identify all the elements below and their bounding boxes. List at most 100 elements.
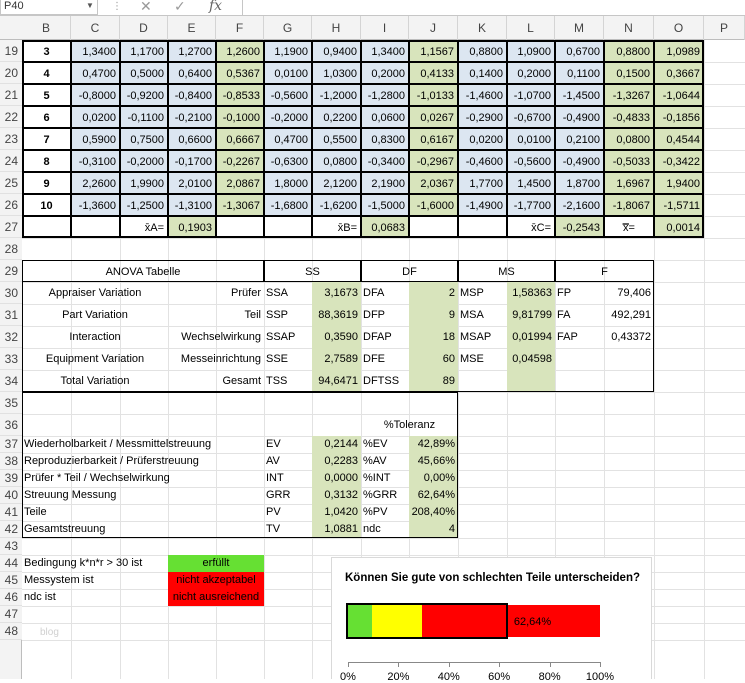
anova-source-de[interactable]: Wechselwirkung xyxy=(168,326,264,348)
anova-source[interactable]: Part Variation xyxy=(22,304,168,326)
grr-value[interactable]: 0,0000 xyxy=(312,470,361,487)
measurement-cell[interactable]: -0,2967 xyxy=(409,150,458,172)
row-header-33[interactable]: 33 xyxy=(0,348,22,370)
grr-symbol[interactable]: AV xyxy=(264,453,312,470)
column-header-i[interactable]: I xyxy=(361,16,409,40)
cancel-icon[interactable]: ✕ xyxy=(140,0,152,13)
mean-value-b[interactable]: 0,0683 xyxy=(361,216,409,238)
measurement-cell[interactable]: 1,9900 xyxy=(120,172,168,194)
grr-symbol[interactable]: TV xyxy=(264,521,312,538)
measurement-cell[interactable]: 1,1700 xyxy=(120,40,168,62)
measurement-cell[interactable]: 1,8000 xyxy=(264,172,312,194)
measurement-cell[interactable]: -1,2800 xyxy=(361,84,409,106)
row-header-22[interactable]: 22 xyxy=(0,106,22,128)
grr-value[interactable]: 1,0420 xyxy=(312,504,361,521)
measurement-cell[interactable]: -0,8400 xyxy=(168,84,216,106)
grr-label[interactable]: Teile xyxy=(22,504,264,521)
row-header-48[interactable]: 48 xyxy=(0,623,22,640)
measurement-cell[interactable]: 0,5500 xyxy=(312,128,361,150)
measurement-cell[interactable]: 0,0100 xyxy=(507,128,555,150)
grand-mean-label[interactable]: x̿= xyxy=(604,216,654,238)
measurement-cell[interactable]: 0,8800 xyxy=(458,40,507,62)
cell[interactable] xyxy=(216,216,264,238)
measurement-cell[interactable]: 0,1500 xyxy=(604,62,654,84)
anova-df-symbol[interactable]: DFAP xyxy=(361,326,409,348)
measurement-cell[interactable]: -0,4833 xyxy=(604,106,654,128)
measurement-cell[interactable]: 1,9400 xyxy=(654,172,704,194)
measurement-cell[interactable]: -0,8533 xyxy=(216,84,264,106)
condition-label[interactable]: ndc ist xyxy=(22,589,168,606)
part-number[interactable]: 3 xyxy=(22,40,71,62)
condition-label[interactable]: Bedingung k*n*r > 30 ist xyxy=(22,555,168,572)
anova-ms-symbol[interactable] xyxy=(458,370,507,392)
column-header-n[interactable]: N xyxy=(604,16,654,40)
measurement-cell[interactable]: 2,2600 xyxy=(71,172,120,194)
grr-label[interactable]: Streuung Messung xyxy=(22,487,264,504)
measurement-cell[interactable]: 2,1200 xyxy=(312,172,361,194)
measurement-cell[interactable]: 1,1900 xyxy=(264,40,312,62)
measurement-cell[interactable]: 2,0367 xyxy=(409,172,458,194)
anova-f[interactable]: 492,291 xyxy=(604,304,654,326)
row-header-27[interactable]: 27 xyxy=(0,216,22,238)
anova-ms-symbol[interactable]: MSP xyxy=(458,282,507,304)
row-header-37[interactable]: 37 xyxy=(0,436,22,453)
measurement-cell[interactable]: 0,8300 xyxy=(361,128,409,150)
row-header-38[interactable]: 38 xyxy=(0,453,22,470)
measurement-cell[interactable]: -1,4900 xyxy=(458,194,507,216)
measurement-cell[interactable]: -0,5600 xyxy=(264,84,312,106)
grr-value[interactable]: 0,2144 xyxy=(312,436,361,453)
row-header-24[interactable]: 24 xyxy=(0,150,22,172)
anova-title[interactable]: ANOVA Tabelle xyxy=(22,260,264,282)
measurement-cell[interactable]: 0,6700 xyxy=(555,40,604,62)
grand-mean-value[interactable]: 0,0014 xyxy=(654,216,704,238)
anova-f-symbol[interactable] xyxy=(555,348,604,370)
name-box[interactable]: P40 xyxy=(0,0,98,15)
insert-function-icon[interactable]: fx xyxy=(209,0,222,14)
measurement-cell[interactable]: -0,4900 xyxy=(555,106,604,128)
condition-status[interactable]: nicht ausreichend xyxy=(168,589,264,606)
cell[interactable] xyxy=(409,216,458,238)
measurement-cell[interactable]: -1,3067 xyxy=(216,194,264,216)
measurement-cell[interactable]: 0,3667 xyxy=(654,62,704,84)
measurement-cell[interactable]: -1,6000 xyxy=(409,194,458,216)
anova-ss[interactable]: 3,1673 xyxy=(312,282,361,304)
measurement-cell[interactable]: -0,8000 xyxy=(71,84,120,106)
column-header-e[interactable]: E xyxy=(168,16,216,40)
anova-df-symbol[interactable]: DFP xyxy=(361,304,409,326)
anova-source[interactable]: Interaction xyxy=(22,326,168,348)
part-number[interactable]: 7 xyxy=(22,128,71,150)
row-header-29[interactable]: 29 xyxy=(0,260,22,282)
measurement-cell[interactable]: 0,0100 xyxy=(264,62,312,84)
measurement-cell[interactable]: 0,0800 xyxy=(604,128,654,150)
column-header-g[interactable]: G xyxy=(264,16,312,40)
anova-source-de[interactable]: Prüfer xyxy=(168,282,264,304)
measurement-cell[interactable]: -0,2900 xyxy=(458,106,507,128)
measurement-cell[interactable]: 0,8800 xyxy=(604,40,654,62)
row-header-20[interactable]: 20 xyxy=(0,62,22,84)
column-header-f[interactable]: F xyxy=(216,16,264,40)
grr-symbol[interactable]: EV xyxy=(264,436,312,453)
anova-header-ss[interactable]: SS xyxy=(264,260,361,282)
row-header-21[interactable]: 21 xyxy=(0,84,22,106)
grr-symbol[interactable]: PV xyxy=(264,504,312,521)
chevron-down-icon[interactable]: ▼ xyxy=(86,1,94,10)
measurement-cell[interactable]: -0,2000 xyxy=(120,150,168,172)
part-number[interactable]: 10 xyxy=(22,194,71,216)
row-header-34[interactable]: 34 xyxy=(0,370,22,392)
measurement-cell[interactable]: 1,3400 xyxy=(361,40,409,62)
anova-ms[interactable] xyxy=(507,370,555,392)
row-header-28[interactable]: 28 xyxy=(0,238,22,260)
measurement-cell[interactable]: -0,4900 xyxy=(555,150,604,172)
anova-f[interactable]: 79,406 xyxy=(604,282,654,304)
mean-value-a[interactable]: 0,1903 xyxy=(168,216,216,238)
anova-f-symbol[interactable]: FA xyxy=(555,304,604,326)
grr-value[interactable]: 1,0881 xyxy=(312,521,361,538)
anova-source[interactable]: Equipment Variation xyxy=(22,348,168,370)
condition-status[interactable]: nicht akzeptabel xyxy=(168,572,264,589)
measurement-cell[interactable]: 0,5367 xyxy=(216,62,264,84)
measurement-cell[interactable]: 0,0200 xyxy=(458,128,507,150)
grr-pct-symbol[interactable]: %PV xyxy=(361,504,409,521)
row-header-23[interactable]: 23 xyxy=(0,128,22,150)
mean-label-c[interactable]: x̄C= xyxy=(507,216,555,238)
grr-pct[interactable]: 0,00% xyxy=(409,470,458,487)
